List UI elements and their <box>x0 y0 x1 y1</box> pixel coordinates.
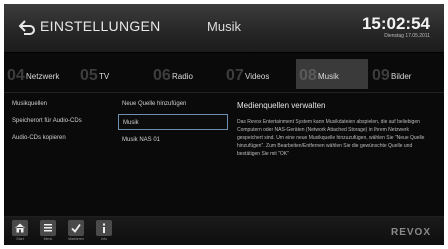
menu-item-speicherort[interactable]: Speicherort für Audio-CDs <box>12 118 82 124</box>
info-button[interactable] <box>96 220 112 236</box>
tab-label: TV <box>99 72 110 81</box>
date-label: Dienstag 17.05.2011 <box>384 33 430 39</box>
source-label: Musik <box>123 120 139 126</box>
tab-tv[interactable]: 05 TV <box>77 59 149 89</box>
menu-item-musikquellen[interactable]: Musikquellen <box>12 101 47 107</box>
tab-number: 09 <box>372 67 390 84</box>
tab-label: Videos <box>245 72 270 81</box>
divider <box>4 92 444 93</box>
tab-label: Musik <box>318 72 339 81</box>
tab-label: Radio <box>172 72 193 81</box>
menu-button[interactable] <box>40 220 56 236</box>
tab-label: Netzwerk <box>26 72 60 81</box>
description-title: Medienquellen verwalten <box>237 101 326 110</box>
footer-label: Menü <box>43 237 53 241</box>
home-icon <box>15 223 25 233</box>
tab-netzwerk[interactable]: 04 Netzwerk <box>4 59 76 89</box>
menu-icon <box>44 224 52 232</box>
tab-number: 08 <box>299 67 317 84</box>
tab-videos[interactable]: 07 Videos <box>223 59 295 89</box>
tab-label: Bilder <box>391 72 412 81</box>
footer-bar: Start Menü Markieren Info REVOX <box>4 216 444 245</box>
screen: EINSTELLUNGEN Musik 15:02:54 Dienstag 17… <box>4 4 444 245</box>
header-bar: EINSTELLUNGEN Musik 15:02:54 Dienstag 17… <box>4 4 444 53</box>
source-label: Musik NAS 01 <box>122 137 161 143</box>
tab-number: 04 <box>7 67 25 84</box>
tab-bar: 04 Netzwerk 05 TV 06 Radio 07 Videos 08 … <box>4 59 444 89</box>
mark-button[interactable] <box>68 220 84 236</box>
clock: 15:02:54 <box>361 14 430 33</box>
source-item-musik[interactable]: Musik <box>118 114 228 130</box>
tab-bilder[interactable]: 09 Bilder <box>369 59 441 89</box>
home-button[interactable] <box>12 220 28 236</box>
tab-number: 06 <box>153 67 171 84</box>
tab-musik[interactable]: 08 Musik <box>296 59 368 89</box>
footer-label: Info <box>101 237 107 241</box>
source-label: Neue Quelle hinzufügen <box>122 101 187 107</box>
checkmark-icon <box>71 223 81 233</box>
tab-radio[interactable]: 06 Radio <box>150 59 222 89</box>
footer-label: Start <box>16 237 24 241</box>
tab-number: 07 <box>226 67 244 84</box>
source-item-add[interactable]: Neue Quelle hinzufügen <box>118 96 228 112</box>
menu-item-audio-cds-kopieren[interactable]: Audio-CDs kopieren <box>12 135 66 141</box>
info-icon <box>103 223 105 233</box>
footer-label: Markieren <box>68 237 84 241</box>
source-item-musik-nas[interactable]: Musik NAS 01 <box>118 132 228 148</box>
tab-number: 05 <box>80 67 98 84</box>
description-text: Das Revox Entertainment System kann Musi… <box>237 119 425 157</box>
revox-logo: REVOX <box>390 227 431 238</box>
